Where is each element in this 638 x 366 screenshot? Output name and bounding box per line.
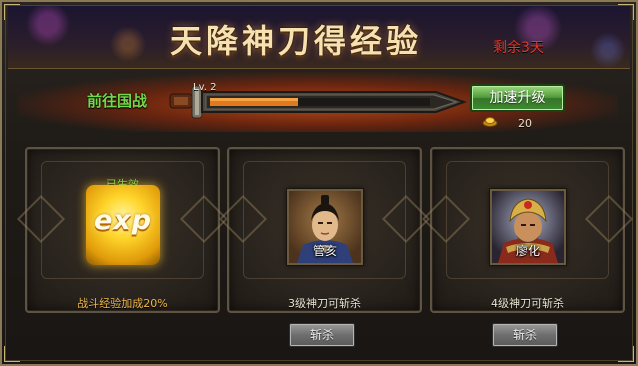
progress-shine — [210, 98, 298, 101]
kill-requirement: 4级神刀可斩杀 — [491, 297, 564, 310]
sword-level-label: Lv. 2 — [193, 82, 217, 93]
general-portrait: 廖化 — [490, 189, 566, 265]
exp-bonus-card: 已生效 exp 战斗经验加成20% — [25, 147, 220, 313]
exp-bonus-caption: 战斗经验加成20% — [77, 297, 168, 310]
kill-general-button[interactable]: 斩杀 — [289, 323, 355, 347]
goto-national-war-link[interactable]: 前往国战 — [87, 90, 147, 111]
exp-icon-text: exp — [93, 205, 153, 236]
general-card-liaohua: 廖化 4级神刀可斩杀 — [430, 147, 625, 313]
remaining-days: 剩余3天 — [493, 40, 544, 56]
kill-general-button[interactable]: 斩杀 — [492, 323, 558, 347]
frame-corner — [618, 346, 634, 362]
general-portrait: 管亥 — [287, 189, 363, 265]
general-name: 廖化 — [515, 244, 540, 258]
event-title: 天降神刀得经验 — [170, 22, 423, 60]
speedup-cost: 20 — [518, 117, 532, 130]
speed-upgrade-button[interactable]: 加速升级 — [470, 84, 565, 112]
gold-ingot-icon — [482, 117, 498, 127]
general-name: 管亥 — [312, 244, 337, 258]
exp-icon: exp — [86, 185, 160, 265]
frame-corner — [4, 346, 20, 362]
general-card-guanhai: 管亥 3级神刀可斩杀 — [227, 147, 422, 313]
kill-requirement: 3级神刀可斩杀 — [288, 297, 361, 310]
